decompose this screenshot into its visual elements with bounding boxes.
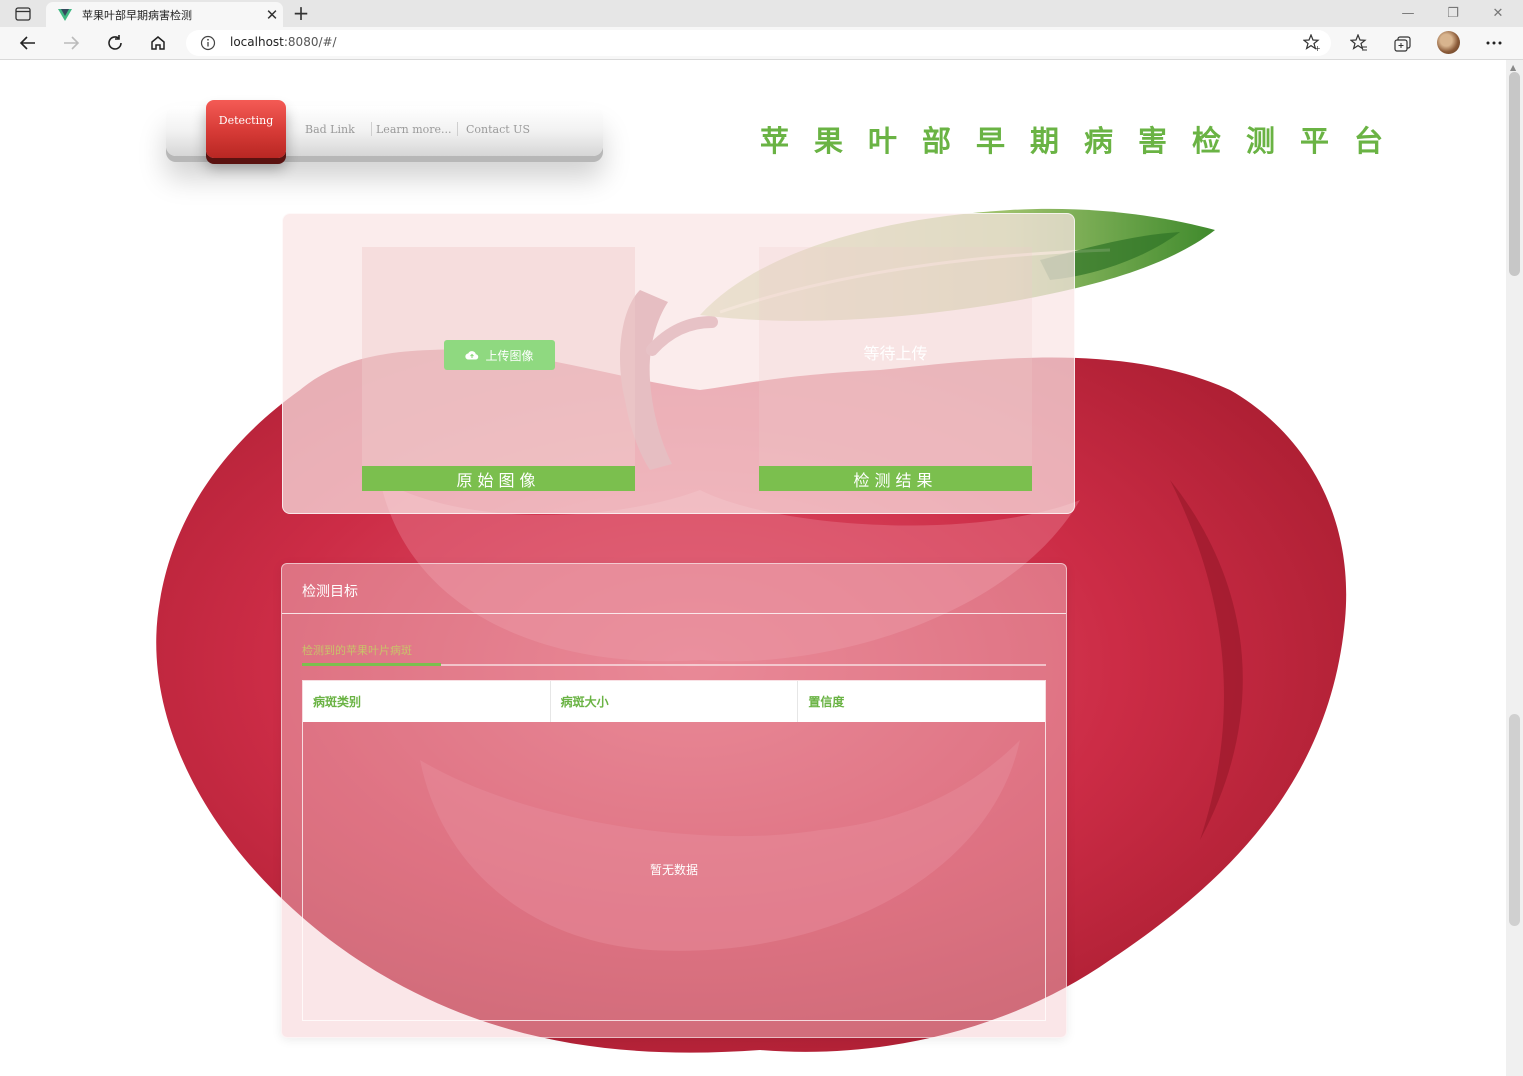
table-header: 病斑类别 病斑大小 置信度	[303, 681, 1045, 722]
info-icon[interactable]	[200, 35, 216, 51]
upload-button-label: 上传图像	[485, 348, 534, 363]
vue-favicon-icon	[58, 8, 72, 21]
top-navbar: Detecting Bad Link Learn more... Contact…	[166, 100, 603, 158]
page-scrollbar[interactable]: ▲	[1506, 60, 1523, 1076]
tab-active-indicator	[302, 663, 441, 666]
forward-icon[interactable]	[58, 31, 84, 55]
waiting-upload-text: 等待上传	[863, 344, 928, 363]
lesion-table: 病斑类别 病斑大小 置信度 暂无数据	[302, 680, 1046, 1021]
nav-divider	[371, 122, 372, 136]
scrollbar-thumb-lower[interactable]	[1509, 714, 1520, 926]
add-favorite-icon[interactable]: +	[1303, 34, 1321, 52]
browser-titlebar: 苹果叶部早期病害检测 ✕ + — ❐ ✕	[0, 0, 1523, 27]
upload-card: 上传图像 原始图像 等待上传 检测结果	[282, 213, 1075, 514]
column-header-lesion-type[interactable]: 病斑类别	[303, 681, 551, 722]
detection-targets-card: 检测目标 检测到的苹果叶片病斑 病斑类别 病斑大小 置信度 暂无数据	[281, 563, 1067, 1038]
empty-table-text: 暂无数据	[649, 863, 698, 877]
restore-button[interactable]: ❐	[1438, 3, 1468, 23]
detection-result-pane: 等待上传 检测结果	[759, 247, 1032, 491]
url-text: localhost:8080/#/	[230, 35, 337, 49]
home-icon[interactable]	[145, 31, 171, 55]
page-title: 苹果叶部早期病害检测平台	[760, 124, 1409, 158]
sidebar-toggle-icon[interactable]	[10, 5, 36, 23]
detection-result-label: 检测结果	[759, 466, 1032, 491]
back-icon[interactable]	[15, 31, 41, 55]
nav-link-contact-us[interactable]: Contact US	[466, 123, 530, 136]
nav-link-learn-more[interactable]: Learn more...	[376, 123, 452, 136]
original-image-pane: 上传图像 原始图像	[362, 247, 635, 491]
collections-icon[interactable]	[1391, 32, 1415, 54]
card-header: 检测目标	[282, 564, 1066, 614]
window-close-button[interactable]: ✕	[1483, 3, 1513, 23]
cloud-upload-icon	[465, 351, 479, 360]
card-title: 检测目标	[302, 584, 358, 600]
browser-toolbar: localhost:8080/#/ +	[0, 27, 1523, 60]
nav-detecting-button[interactable]: Detecting	[206, 100, 286, 158]
svg-text:+: +	[1314, 44, 1321, 52]
scrollbar-thumb[interactable]	[1509, 72, 1520, 276]
original-image-label: 原始图像	[362, 466, 635, 491]
scroll-up-icon[interactable]: ▲	[1510, 63, 1516, 72]
tab-title: 苹果叶部早期病害检测	[82, 8, 192, 22]
minimize-button[interactable]: —	[1393, 3, 1423, 23]
column-header-lesion-size[interactable]: 病斑大小	[551, 681, 799, 722]
column-header-confidence[interactable]: 置信度	[798, 681, 1045, 722]
nav-link-bad-link[interactable]: Bad Link	[305, 123, 355, 136]
favorites-icon[interactable]	[1347, 32, 1371, 54]
profile-avatar[interactable]	[1437, 31, 1460, 54]
close-icon[interactable]: ✕	[261, 5, 283, 25]
upload-image-button[interactable]: 上传图像	[444, 340, 555, 370]
nav-detecting-label: Detecting	[218, 114, 274, 127]
tab-detected-lesions[interactable]: 检测到的苹果叶片病斑	[302, 642, 412, 658]
browser-tab[interactable]: 苹果叶部早期病害检测 ✕	[46, 2, 283, 27]
more-icon[interactable]	[1482, 32, 1506, 54]
page-viewport: Detecting Bad Link Learn more... Contact…	[0, 60, 1506, 1076]
refresh-icon[interactable]	[102, 31, 128, 55]
plus-icon[interactable]: +	[288, 1, 314, 25]
address-bar[interactable]: localhost:8080/#/ +	[186, 30, 1331, 56]
nav-divider	[457, 122, 458, 136]
